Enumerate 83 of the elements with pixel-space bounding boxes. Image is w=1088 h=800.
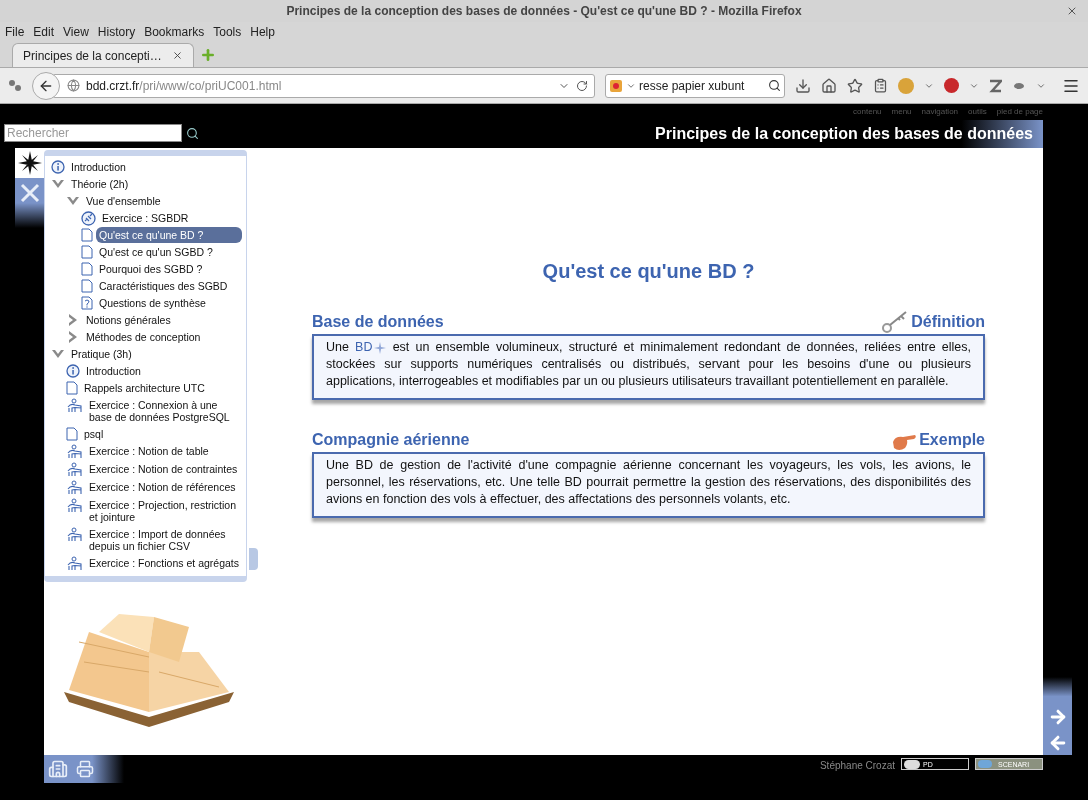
block-label: Définition [911,312,985,332]
person-at-desk-icon [66,498,83,514]
page-heading: Qu'est ce qu'une BD ? [542,259,755,284]
page-icon [81,228,93,242]
tree-item[interactable]: Notions générales [83,312,174,328]
tree-item[interactable]: Exercice : Notion de table [86,443,212,459]
question-page-icon [81,296,93,310]
tools-button[interactable] [15,178,44,228]
url-host: bdd.crzt.fr [86,78,140,93]
person-at-desk-icon [66,398,83,414]
page-icon [81,245,93,259]
reload-icon[interactable] [576,79,588,92]
z-letter-icon [989,78,1002,93]
search-icon[interactable] [186,127,199,140]
tree-item[interactable]: Exercice : Notion de contraintes [86,461,241,477]
glossary-link[interactable]: BD [355,340,387,354]
home-icon[interactable] [821,77,837,94]
tree-item[interactable]: Exercice : Connexion à une base de données PostgreSQL [86,397,246,425]
printer-icon[interactable] [76,760,94,778]
person-at-desk-icon [66,480,83,496]
search-engine-icon [609,78,623,93]
tree-item[interactable]: Pourquoi des SGBD ? [96,261,206,277]
tree-item[interactable]: Vue d'ensemble [83,193,164,209]
page-icon [66,381,78,395]
tree-item[interactable]: Qu'est ce qu'un SGBD ? [96,244,216,260]
new-tab-icon[interactable] [200,47,216,63]
menu-item[interactable]: Help [250,23,275,41]
tree-item[interactable]: Exercice : Import de données depuis un fichier CSV [86,526,246,554]
person-at-desk-icon [66,527,83,543]
tree-item[interactable]: Exercice : SGBDR [99,210,192,226]
url-path: /pri/www/co/priUC001.html [139,78,282,93]
menu-item[interactable]: File [5,23,25,41]
search-field[interactable]: resse papier xubunt [605,73,785,98]
menu-item[interactable]: Tools [213,23,242,41]
close-icon[interactable] [1066,5,1078,17]
menu-item[interactable]: View [63,23,89,41]
info-icon [66,364,80,378]
chain-link-icon [81,211,96,226]
reader-icon[interactable] [873,78,888,93]
tree-item[interactable]: Exercice : Projection, restriction et jointure [86,497,246,525]
sparkle-icon [374,341,387,354]
page-icon [81,262,93,276]
person-at-desk-icon [66,556,83,572]
bookmark-star-icon[interactable] [847,77,863,94]
page-icon [81,279,93,293]
tree-item[interactable]: Qu'est ce qu'une BD ? [96,227,242,243]
window-title: Principes de la conception des bases de données - Qu'est ce qu'une BD ? - Mozilla Firefox [286,3,802,20]
block-title: Compagnie aérienne [312,430,470,450]
author-name: Stéphane Crozat [819,759,895,773]
tree-item[interactable]: Exercice : Notion de références [86,479,239,495]
paragraph: Une BD de gestion de l'activité d'une compagnie aérienne concernant les voyageurs, les vols, les avions, le personnel, les réservations, etc. Une telle BD pourrait permettre la gestion des réservations, des disponibilités des avions en fonction des vols à effectuer, des affectations des personnels volants, etc. [326,457,971,508]
tree-item[interactable]: Théorie (2h) [68,176,132,192]
tree-item[interactable]: Méthodes de conception [83,329,204,345]
menu-item[interactable]: Bookmarks [144,23,205,41]
info-icon [51,160,65,174]
tree-item[interactable]: Questions de synthèse [96,295,209,311]
download-icon[interactable] [795,77,811,94]
search-input[interactable]: Rechercher [4,124,182,142]
globe-icon [67,79,80,92]
back-button[interactable] [32,71,60,100]
menu-item[interactable]: History [97,23,136,41]
building-icon[interactable] [48,759,68,779]
address-field[interactable]: bdd.crzt.fr/pri/www/co/priUC001.html [52,73,595,98]
person-at-desk-icon [66,462,83,478]
tree-item[interactable]: Introduction [83,363,144,379]
close-tab-icon[interactable] [172,50,183,61]
compass-star-tool[interactable] [15,148,44,178]
person-at-desk-icon [66,444,83,460]
tree-item[interactable]: Exercice : Fonctions et agrégats [86,555,242,571]
block-title: Base de données [312,312,444,332]
extension-icon [8,78,22,93]
pointing-hand-icon [891,432,918,452]
page-icon [66,427,78,441]
tree-item[interactable]: Caractéristiques des SGBD [96,278,231,294]
tree-item[interactable]: Pratique (3h) [68,346,135,362]
block-label: Exemple [919,430,985,450]
menu-item[interactable]: Edit [33,23,55,41]
tree-item[interactable]: Introduction [68,159,129,175]
tree-item[interactable]: Rappels architecture UTC [81,380,208,396]
browser-tab[interactable]: Principes de la concepti… [12,43,194,67]
paragraph: Une BD est un ensemble volumineux, structuré et minimalement redondant de données, reliées entre elles, stockées sur supports numériques centralisés ou distribués, servant pour les besoins d'une ou plusieurs applications, interrogeables et modifiables par un ou plusieurs utilisateurs travaillant potentiellement en parallèle. [326,339,971,390]
search-icon[interactable] [768,79,781,92]
tree-item[interactable]: psql [81,426,107,442]
